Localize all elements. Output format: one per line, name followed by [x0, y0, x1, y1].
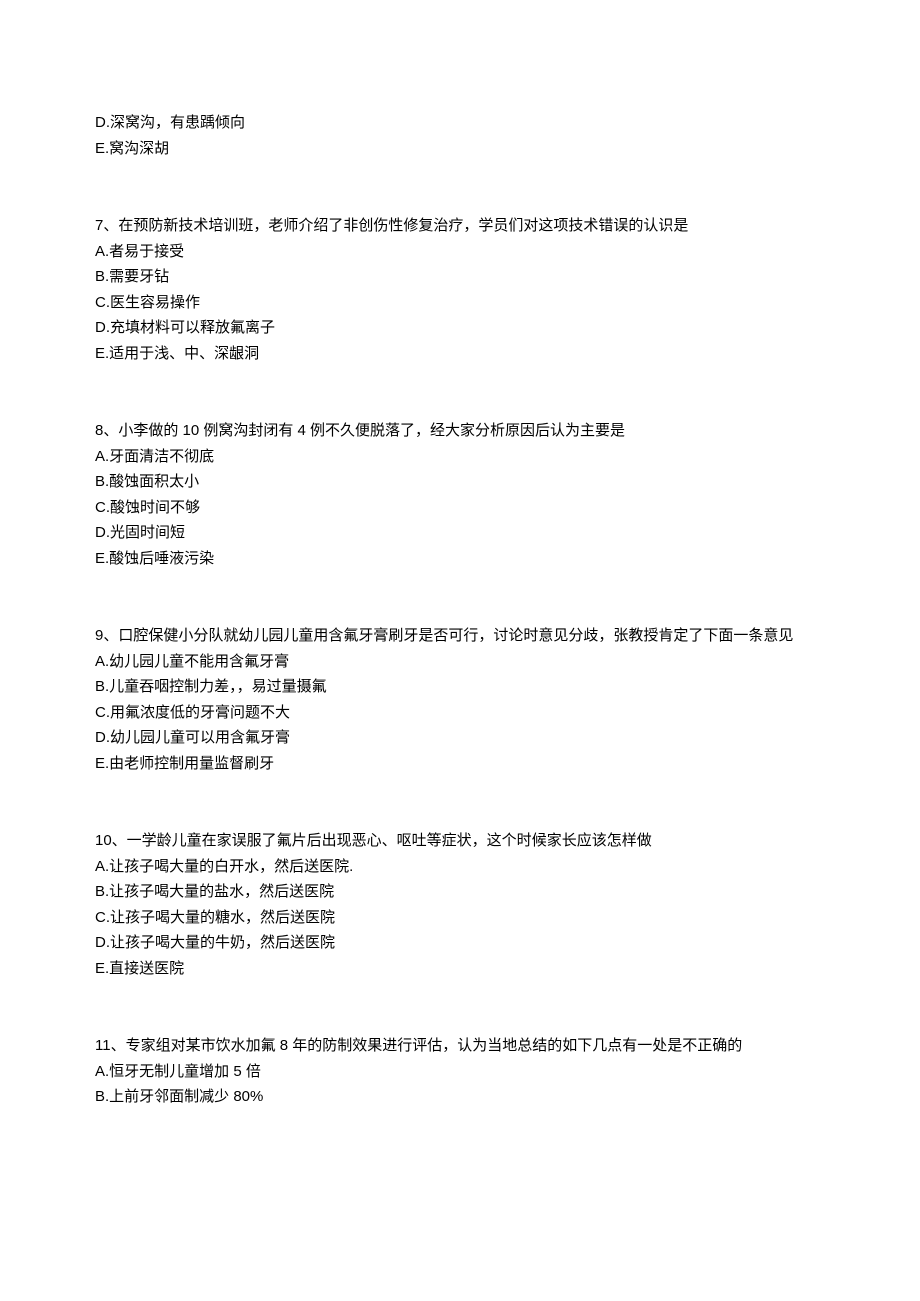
option-e: E.酸蚀后唾液污染	[95, 546, 830, 572]
option-a: A.让孩子喝大量的白开水，然后送医院.	[95, 854, 830, 880]
option-c: C.医生容易操作	[95, 290, 830, 316]
option-b: B.酸蚀面积太小	[95, 469, 830, 495]
question-11-partial: 11、专家组对某市饮水加氟 8 年的防制效果进行评估，认为当地总结的如下几点有一…	[95, 1033, 830, 1110]
option-a: A.者易于接受	[95, 239, 830, 265]
question-stem: 8、小李做的 10 例窝沟封闭有 4 例不久便脱落了，经大家分析原因后认为主要是	[95, 418, 830, 444]
question-stem: 11、专家组对某市饮水加氟 8 年的防制效果进行评估，认为当地总结的如下几点有一…	[95, 1033, 830, 1059]
option-d: D.充填材料可以释放氟离子	[95, 315, 830, 341]
option-e: E.适用于浅、中、深龈洞	[95, 341, 830, 367]
option-b: B.上前牙邻面制减少 80%	[95, 1084, 830, 1110]
option-a: A.恒牙无制儿童增加 5 倍	[95, 1059, 830, 1085]
option-e: E.由老师控制用量监督刷牙	[95, 751, 830, 777]
option-d: D.让孩子喝大量的牛奶，然后送医院	[95, 930, 830, 956]
option-b: B.儿童吞咽控制力差，，易过量摄氟	[95, 674, 830, 700]
question-6-partial: D.深窝沟，有患踽倾向 E.窝沟深胡	[95, 110, 830, 161]
option-e: E.直接送医院	[95, 956, 830, 982]
question-10: 10、一学龄儿童在家误服了氟片后出现恶心、呕吐等症状，这个时候家长应该怎样做 A…	[95, 828, 830, 981]
question-stem: 9、口腔保健小分队就幼儿园儿童用含氟牙膏刷牙是否可行，讨论时意见分歧，张教授肯定…	[95, 623, 830, 649]
option-b: B.需要牙钻	[95, 264, 830, 290]
option-c: C.酸蚀时间不够	[95, 495, 830, 521]
option-c: C.用氟浓度低的牙膏问题不大	[95, 700, 830, 726]
question-7: 7、在预防新技术培训班，老师介绍了非创伤性修复治疗，学员们对这项技术错误的认识是…	[95, 213, 830, 366]
question-stem: 7、在预防新技术培训班，老师介绍了非创伤性修复治疗，学员们对这项技术错误的认识是	[95, 213, 830, 239]
question-stem: 10、一学龄儿童在家误服了氟片后出现恶心、呕吐等症状，这个时候家长应该怎样做	[95, 828, 830, 854]
question-8: 8、小李做的 10 例窝沟封闭有 4 例不久便脱落了，经大家分析原因后认为主要是…	[95, 418, 830, 571]
option-a: A.牙面清洁不彻底	[95, 444, 830, 470]
option-d: D.幼儿园儿童可以用含氟牙膏	[95, 725, 830, 751]
option-e: E.窝沟深胡	[95, 136, 830, 162]
option-d: D.光固时间短	[95, 520, 830, 546]
option-c: C.让孩子喝大量的糖水，然后送医院	[95, 905, 830, 931]
option-a: A.幼儿园儿童不能用含氟牙膏	[95, 649, 830, 675]
option-d: D.深窝沟，有患踽倾向	[95, 110, 830, 136]
option-b: B.让孩子喝大量的盐水，然后送医院	[95, 879, 830, 905]
question-9: 9、口腔保健小分队就幼儿园儿童用含氟牙膏刷牙是否可行，讨论时意见分歧，张教授肯定…	[95, 623, 830, 776]
